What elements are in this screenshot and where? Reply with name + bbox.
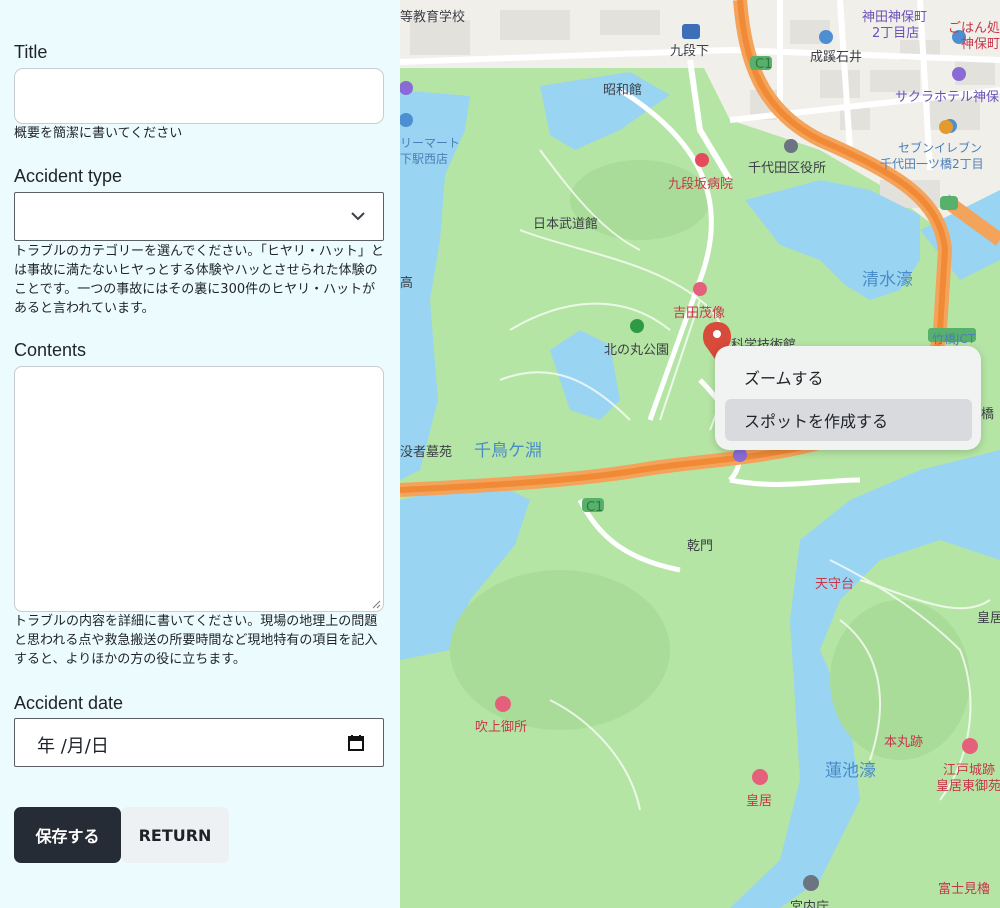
- map-label: 日本武道館: [533, 217, 599, 232]
- map-label: リーマート: [400, 136, 461, 150]
- contents-help-text: トラブルの内容を詳細に書いてください。現場の地理上の問題と思われる点や救急搬送の…: [14, 614, 378, 667]
- map-label: 宮内庁: [790, 900, 830, 908]
- map-label: 皇居: [746, 794, 773, 809]
- accident-type-help-text: トラブルのカテゴリーを選んでください。「ヒヤリ・ハット」とは事故に満たないヒヤっ…: [14, 244, 384, 316]
- map-label: 橋: [981, 407, 995, 422]
- map-label: 下駅西店: [400, 152, 449, 166]
- map-label: 清水濠: [862, 270, 913, 290]
- accident-report-form: Title 概要を簡潔に書いてください Accident type トラブルのカ…: [0, 0, 400, 908]
- map-label: 吉田茂像: [673, 306, 726, 321]
- map-context-menu: ズームする スポットを作成する: [715, 346, 981, 450]
- map-label: 千鳥ケ淵: [474, 441, 542, 461]
- map-label: 昭和館: [603, 83, 643, 98]
- calendar-icon[interactable]: [347, 734, 365, 752]
- map-label: 吹上御所: [475, 720, 528, 735]
- contents-textarea[interactable]: [14, 366, 384, 612]
- map-label: セブンイレブン: [898, 141, 983, 155]
- contents-label: Contents: [14, 340, 87, 360]
- accident-type-label: Accident type: [14, 166, 123, 186]
- map-label: 竹橋JCT: [932, 332, 976, 346]
- map-label: 九段下: [670, 44, 710, 59]
- map-label: 天守台: [815, 577, 855, 592]
- chevron-down-icon: [351, 212, 365, 221]
- map-label: 乾門: [687, 539, 714, 554]
- map-label: サクラホテル神保: [895, 90, 1000, 105]
- map-label: 2丁目店: [872, 26, 920, 41]
- create-spot-menu-item[interactable]: スポットを作成する: [725, 399, 972, 441]
- title-input[interactable]: [14, 68, 384, 124]
- resize-grip-icon[interactable]: [372, 600, 381, 609]
- map-label: 等教育学校: [400, 10, 466, 25]
- return-button[interactable]: RETURN: [121, 807, 229, 863]
- map-label: 没者墓苑: [400, 445, 453, 460]
- map-label: 九段坂病院: [668, 177, 734, 192]
- title-help-text: 概要を簡潔に書いてください: [14, 126, 183, 141]
- map-label: 蓮池濠: [825, 761, 876, 781]
- date-placeholder: 年 /月/日: [37, 736, 109, 757]
- accident-date-label: Accident date: [14, 693, 124, 713]
- map-label: 千代田区役所: [748, 161, 827, 176]
- map-label: 皇居: [977, 611, 1000, 626]
- map-label: 皇居東御苑: [936, 779, 1000, 794]
- save-button[interactable]: 保存する: [14, 807, 121, 863]
- map-label: 本丸跡: [884, 735, 924, 750]
- title-label: Title: [14, 42, 48, 62]
- map-label: 北の丸公園: [604, 343, 670, 358]
- map-label: 高: [400, 276, 414, 291]
- zoom-menu-item[interactable]: ズームする: [725, 356, 972, 398]
- map-label: 富士見櫓: [938, 882, 991, 897]
- map-label: C1: [755, 57, 773, 72]
- map-label: 千代田一ツ橋2丁目: [880, 157, 984, 171]
- map-label: 神保町: [961, 37, 1000, 52]
- map-view[interactable]: 等教育学校 九段下 神田神保町 2丁目店 ごはん処 神保町 成蹊石井 昭和館 サクラホテル神保リ…: [400, 0, 1000, 908]
- map-label: C1: [586, 500, 604, 515]
- accident-date-input[interactable]: 年 /月/日: [14, 718, 384, 767]
- accident-type-select[interactable]: [14, 192, 384, 241]
- map-label: 成蹊石井: [810, 50, 863, 65]
